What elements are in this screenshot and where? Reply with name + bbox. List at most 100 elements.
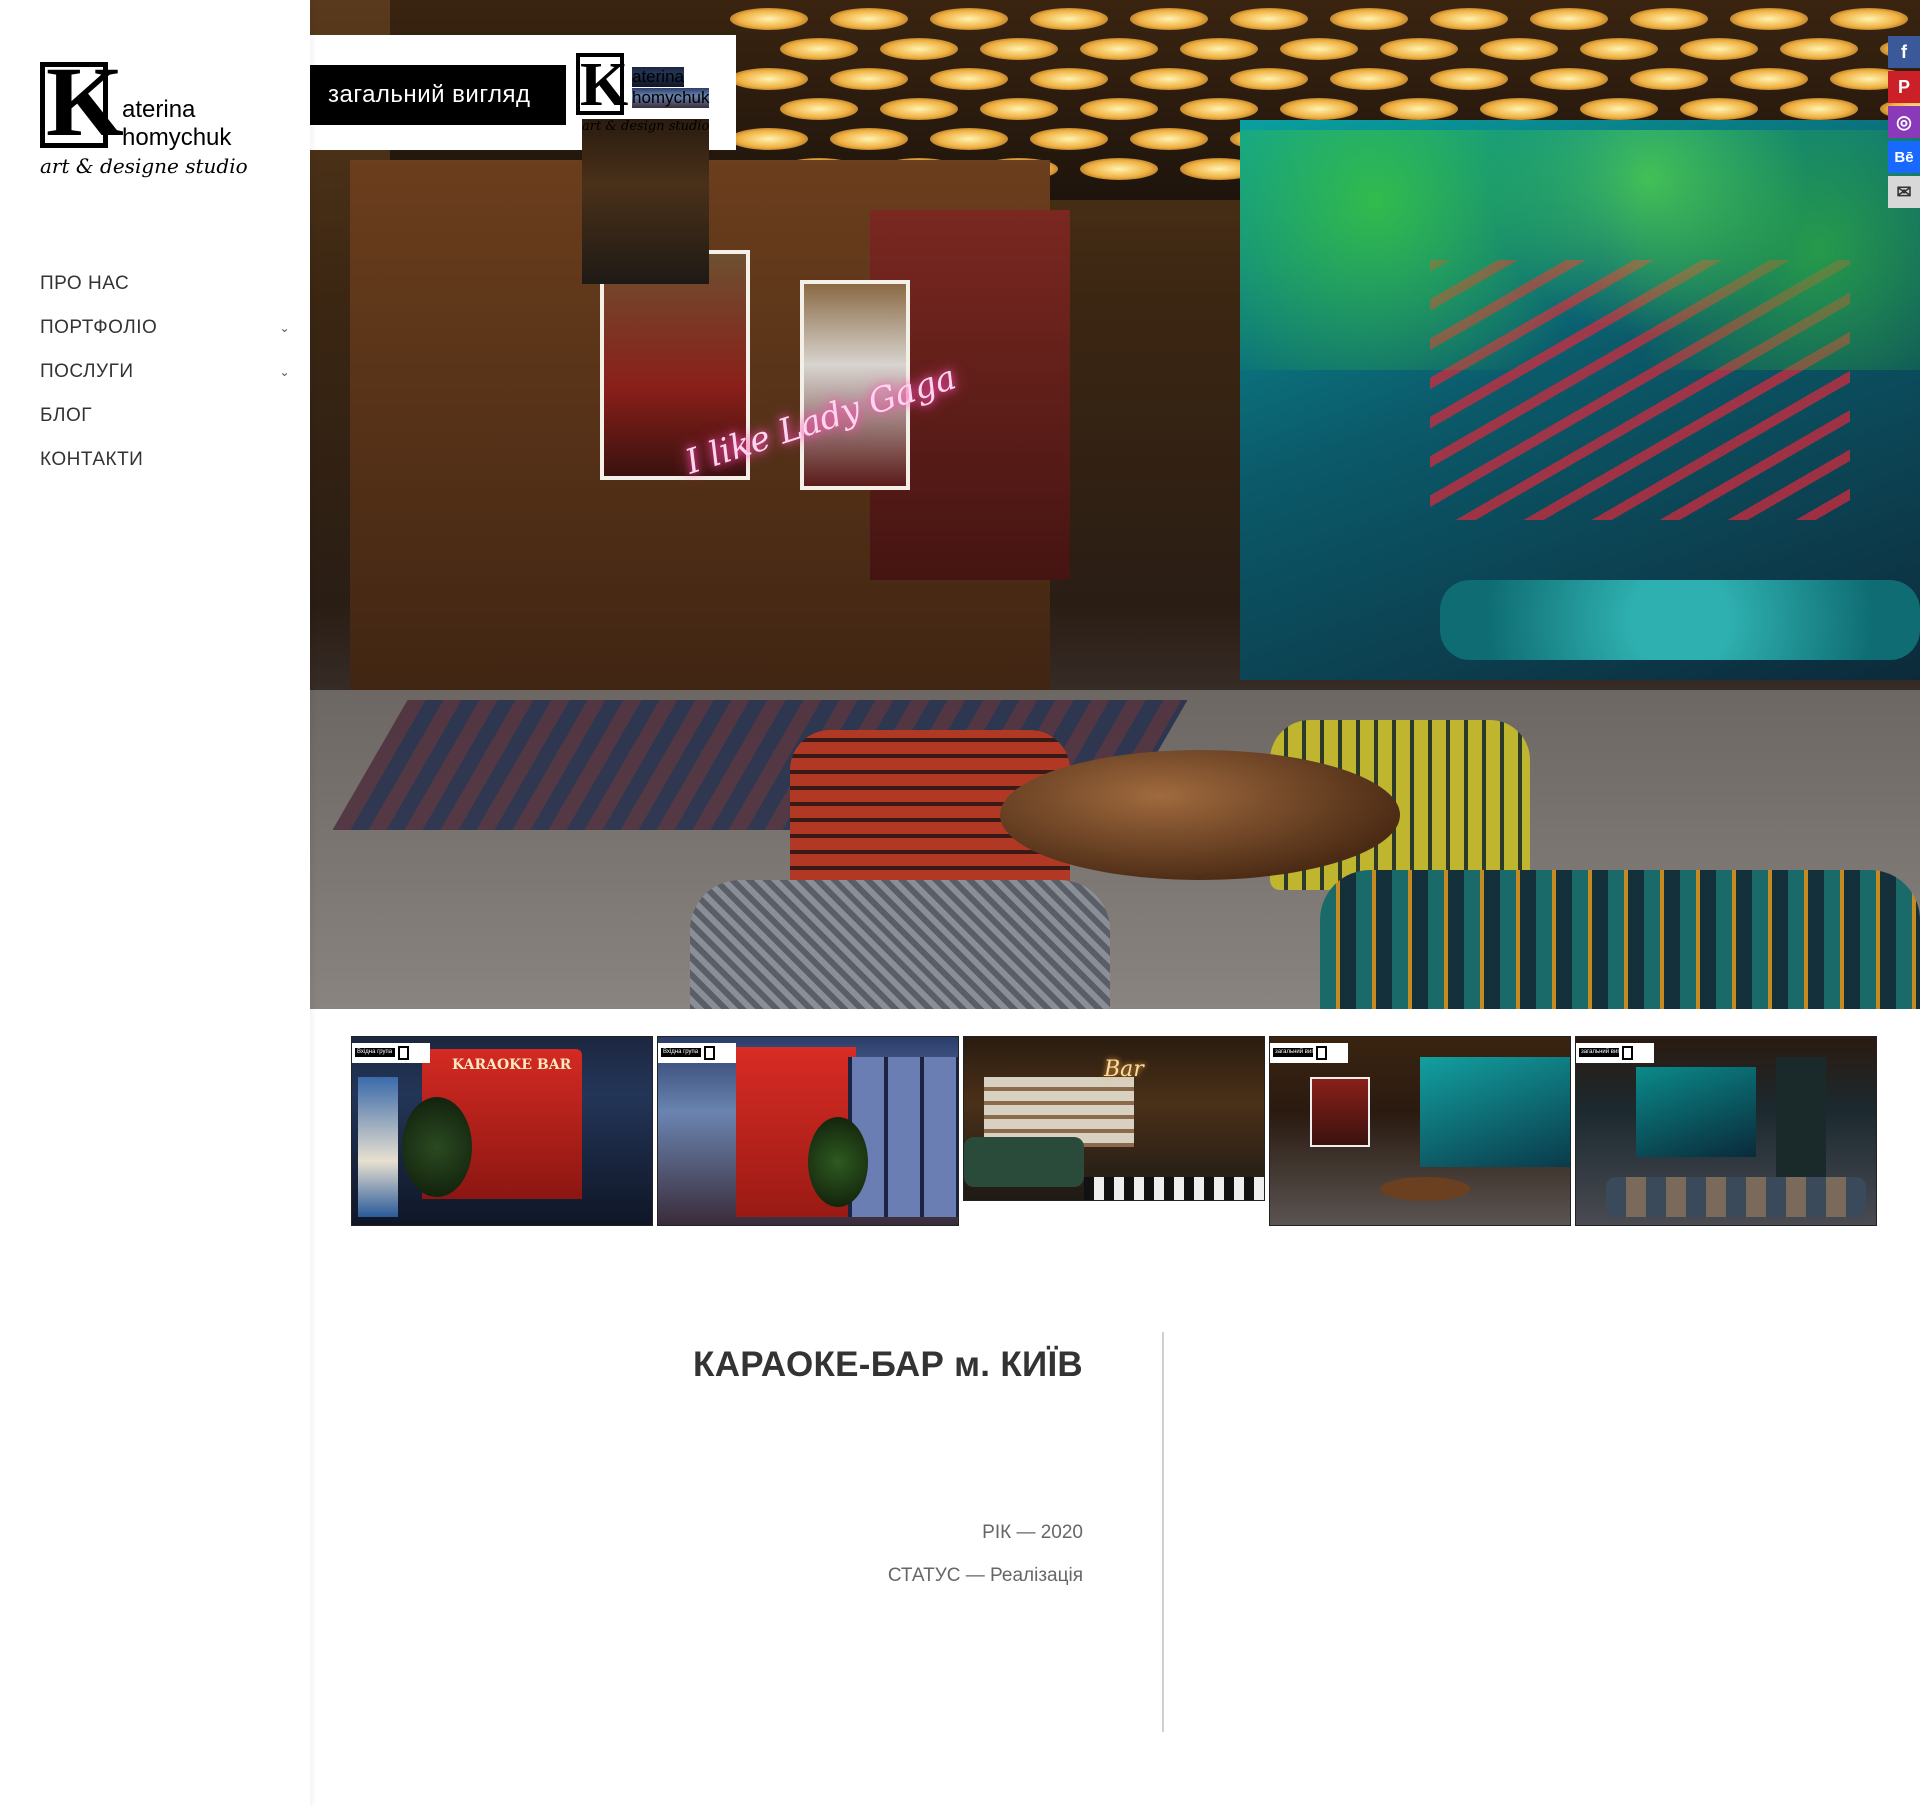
hero-ivy (1240, 130, 1920, 370)
ceiling-lamp (1030, 68, 1108, 90)
thumb-painting (1310, 1077, 1370, 1147)
ceiling-lamp (1130, 68, 1208, 90)
nav-item-portfolio[interactable]: ПОРТФОЛІО ⌄ (40, 306, 290, 350)
ceiling-lamp (930, 128, 1008, 150)
mini-logo-tagline: art & design studio (582, 119, 710, 284)
ceiling-lamp (1630, 68, 1708, 90)
ceiling-lamp (1230, 68, 1308, 90)
thumb-entrance[interactable]: KARAOKE BAR Вхідна група (351, 1036, 653, 1226)
thumb-bar[interactable]: Bar (963, 1036, 1265, 1201)
ceiling-lamp (1030, 128, 1108, 150)
ceiling-lamp (1230, 8, 1308, 30)
thumb-plant (402, 1097, 472, 1197)
sidebar: K aterina homychuk art & designe studio … (0, 0, 310, 1807)
vertical-divider (1162, 1332, 1164, 1732)
ceiling-lamp (1630, 8, 1708, 30)
chevron-down-icon[interactable]: ⌄ (279, 321, 290, 335)
thumb-logo-mark (1316, 1046, 1327, 1060)
project-title: КАРАОКЕ-БАР м. КИЇВ (693, 1345, 1083, 1384)
thumb-caption-text: Вхідна група (661, 1048, 701, 1057)
ceiling-lamp (1830, 8, 1908, 30)
logo-letter: K (46, 46, 124, 157)
nav-item-about[interactable]: ПРО НАС (40, 262, 290, 306)
hero-sofa (1440, 580, 1920, 660)
hero-caption: загальний вигляд K aterina homychuk art … (310, 35, 736, 284)
ceiling-lamp (1080, 38, 1158, 60)
ceiling-lamp (1430, 8, 1508, 30)
thumb-general-view[interactable]: загальний вигляд (1269, 1036, 1571, 1226)
project-year: РІК — 2020 (982, 1522, 1083, 1543)
hero-studio-logo: K aterina homychuk art & design studio (576, 53, 726, 284)
ceiling-lamp (1680, 38, 1758, 60)
hero-caption-text: загальний вигляд (328, 81, 531, 108)
ceiling-lamp (780, 98, 858, 120)
behance-icon[interactable]: Bē (1888, 141, 1920, 173)
ceiling-lamp (830, 68, 908, 90)
nav-item-contacts[interactable]: КОНТАКТИ (40, 438, 290, 482)
ceiling-lamp (1730, 68, 1808, 90)
thumb-hall[interactable]: загальний вигляд (1575, 1036, 1877, 1226)
thumb-caption-text: загальний вигляд (1579, 1048, 1619, 1057)
armchair-tartan (1320, 870, 1920, 1009)
thumb-logo-mark (704, 1046, 715, 1060)
thumb-caption-text: Вхідна група (355, 1048, 395, 1057)
nav-item-services[interactable]: ПОСЛУГИ ⌄ (40, 350, 290, 394)
thumb-caption: Вхідна група (352, 1043, 430, 1063)
ceiling-lamp (1180, 38, 1258, 60)
thumb-table (1380, 1177, 1470, 1201)
ceiling-lamp (1480, 38, 1558, 60)
thumb-caption-text: загальний вигляд (1273, 1048, 1313, 1057)
ceiling-lamp (1130, 128, 1208, 150)
ceiling-lamp (880, 98, 958, 120)
thumb-neon: Bar (1104, 1057, 1144, 1082)
nav-item-label: КОНТАКТИ (40, 449, 144, 470)
ceiling-lamp (1480, 98, 1558, 120)
ceiling-lamp (1430, 68, 1508, 90)
logo-line-2: homychuk (122, 124, 232, 151)
mini-logo-letter: K (576, 53, 628, 116)
armchair-grey (690, 880, 1110, 1009)
thumb-entrance-side[interactable]: Вхідна група (657, 1036, 959, 1226)
ceiling-lamp (1580, 38, 1658, 60)
logo-tagline: art & designe studio (40, 154, 248, 178)
ceiling-lamp (1530, 68, 1608, 90)
ceiling-lamp (1080, 98, 1158, 120)
ceiling-lamp (1130, 8, 1208, 30)
main-nav: ПРО НАС ПОРТФОЛІО ⌄ ПОСЛУГИ ⌄ БЛОГ КОНТА… (40, 262, 290, 482)
chevron-down-icon[interactable]: ⌄ (279, 365, 290, 379)
ceiling-lamp (880, 38, 958, 60)
ceiling-lamp (1180, 98, 1258, 120)
ceiling-lamp (780, 38, 858, 60)
thumb-plant (808, 1117, 868, 1207)
instagram-icon[interactable]: ◎ (1888, 106, 1920, 138)
email-icon[interactable]: ✉ (1888, 176, 1920, 208)
gallery-thumbnails: KARAOKE BAR Вхідна група Вхідна група Ba… (351, 1036, 1877, 1226)
thumb-caption: Вхідна група (658, 1043, 736, 1063)
mini-logo-line-2: homychuk (632, 88, 710, 108)
facebook-icon[interactable]: f (1888, 36, 1920, 68)
ceiling-lamp (1680, 98, 1758, 120)
logo-line-1: aterina (122, 96, 196, 123)
ceiling-lamp (1280, 98, 1358, 120)
thumb-sofa (964, 1137, 1084, 1187)
ceiling-lamp (1780, 38, 1858, 60)
round-table (1000, 750, 1400, 880)
ceiling-lamp (830, 128, 908, 150)
thumb-logo-mark (398, 1046, 409, 1060)
ceiling-lamp (930, 68, 1008, 90)
ceiling-lamp (1330, 68, 1408, 90)
thumb-poster (358, 1077, 398, 1217)
ceiling-lamp (1780, 98, 1858, 120)
mini-logo-line-1: aterina (632, 67, 684, 87)
site-logo[interactable]: K aterina homychuk art & designe studio (40, 52, 248, 192)
ceiling-lamp (1580, 98, 1658, 120)
ceiling-lamp (730, 8, 808, 30)
ceiling-lamp (980, 98, 1058, 120)
ceiling-lamp (1730, 8, 1808, 30)
ceiling-lamp (1080, 158, 1158, 180)
pinterest-icon[interactable]: P (1888, 71, 1920, 103)
thumb-floor (1084, 1177, 1264, 1200)
hero-caption-bar: загальний вигляд (310, 65, 566, 125)
nav-item-blog[interactable]: БЛОГ (40, 394, 290, 438)
social-bar: f P ◎ Bē ✉ (1888, 36, 1920, 211)
